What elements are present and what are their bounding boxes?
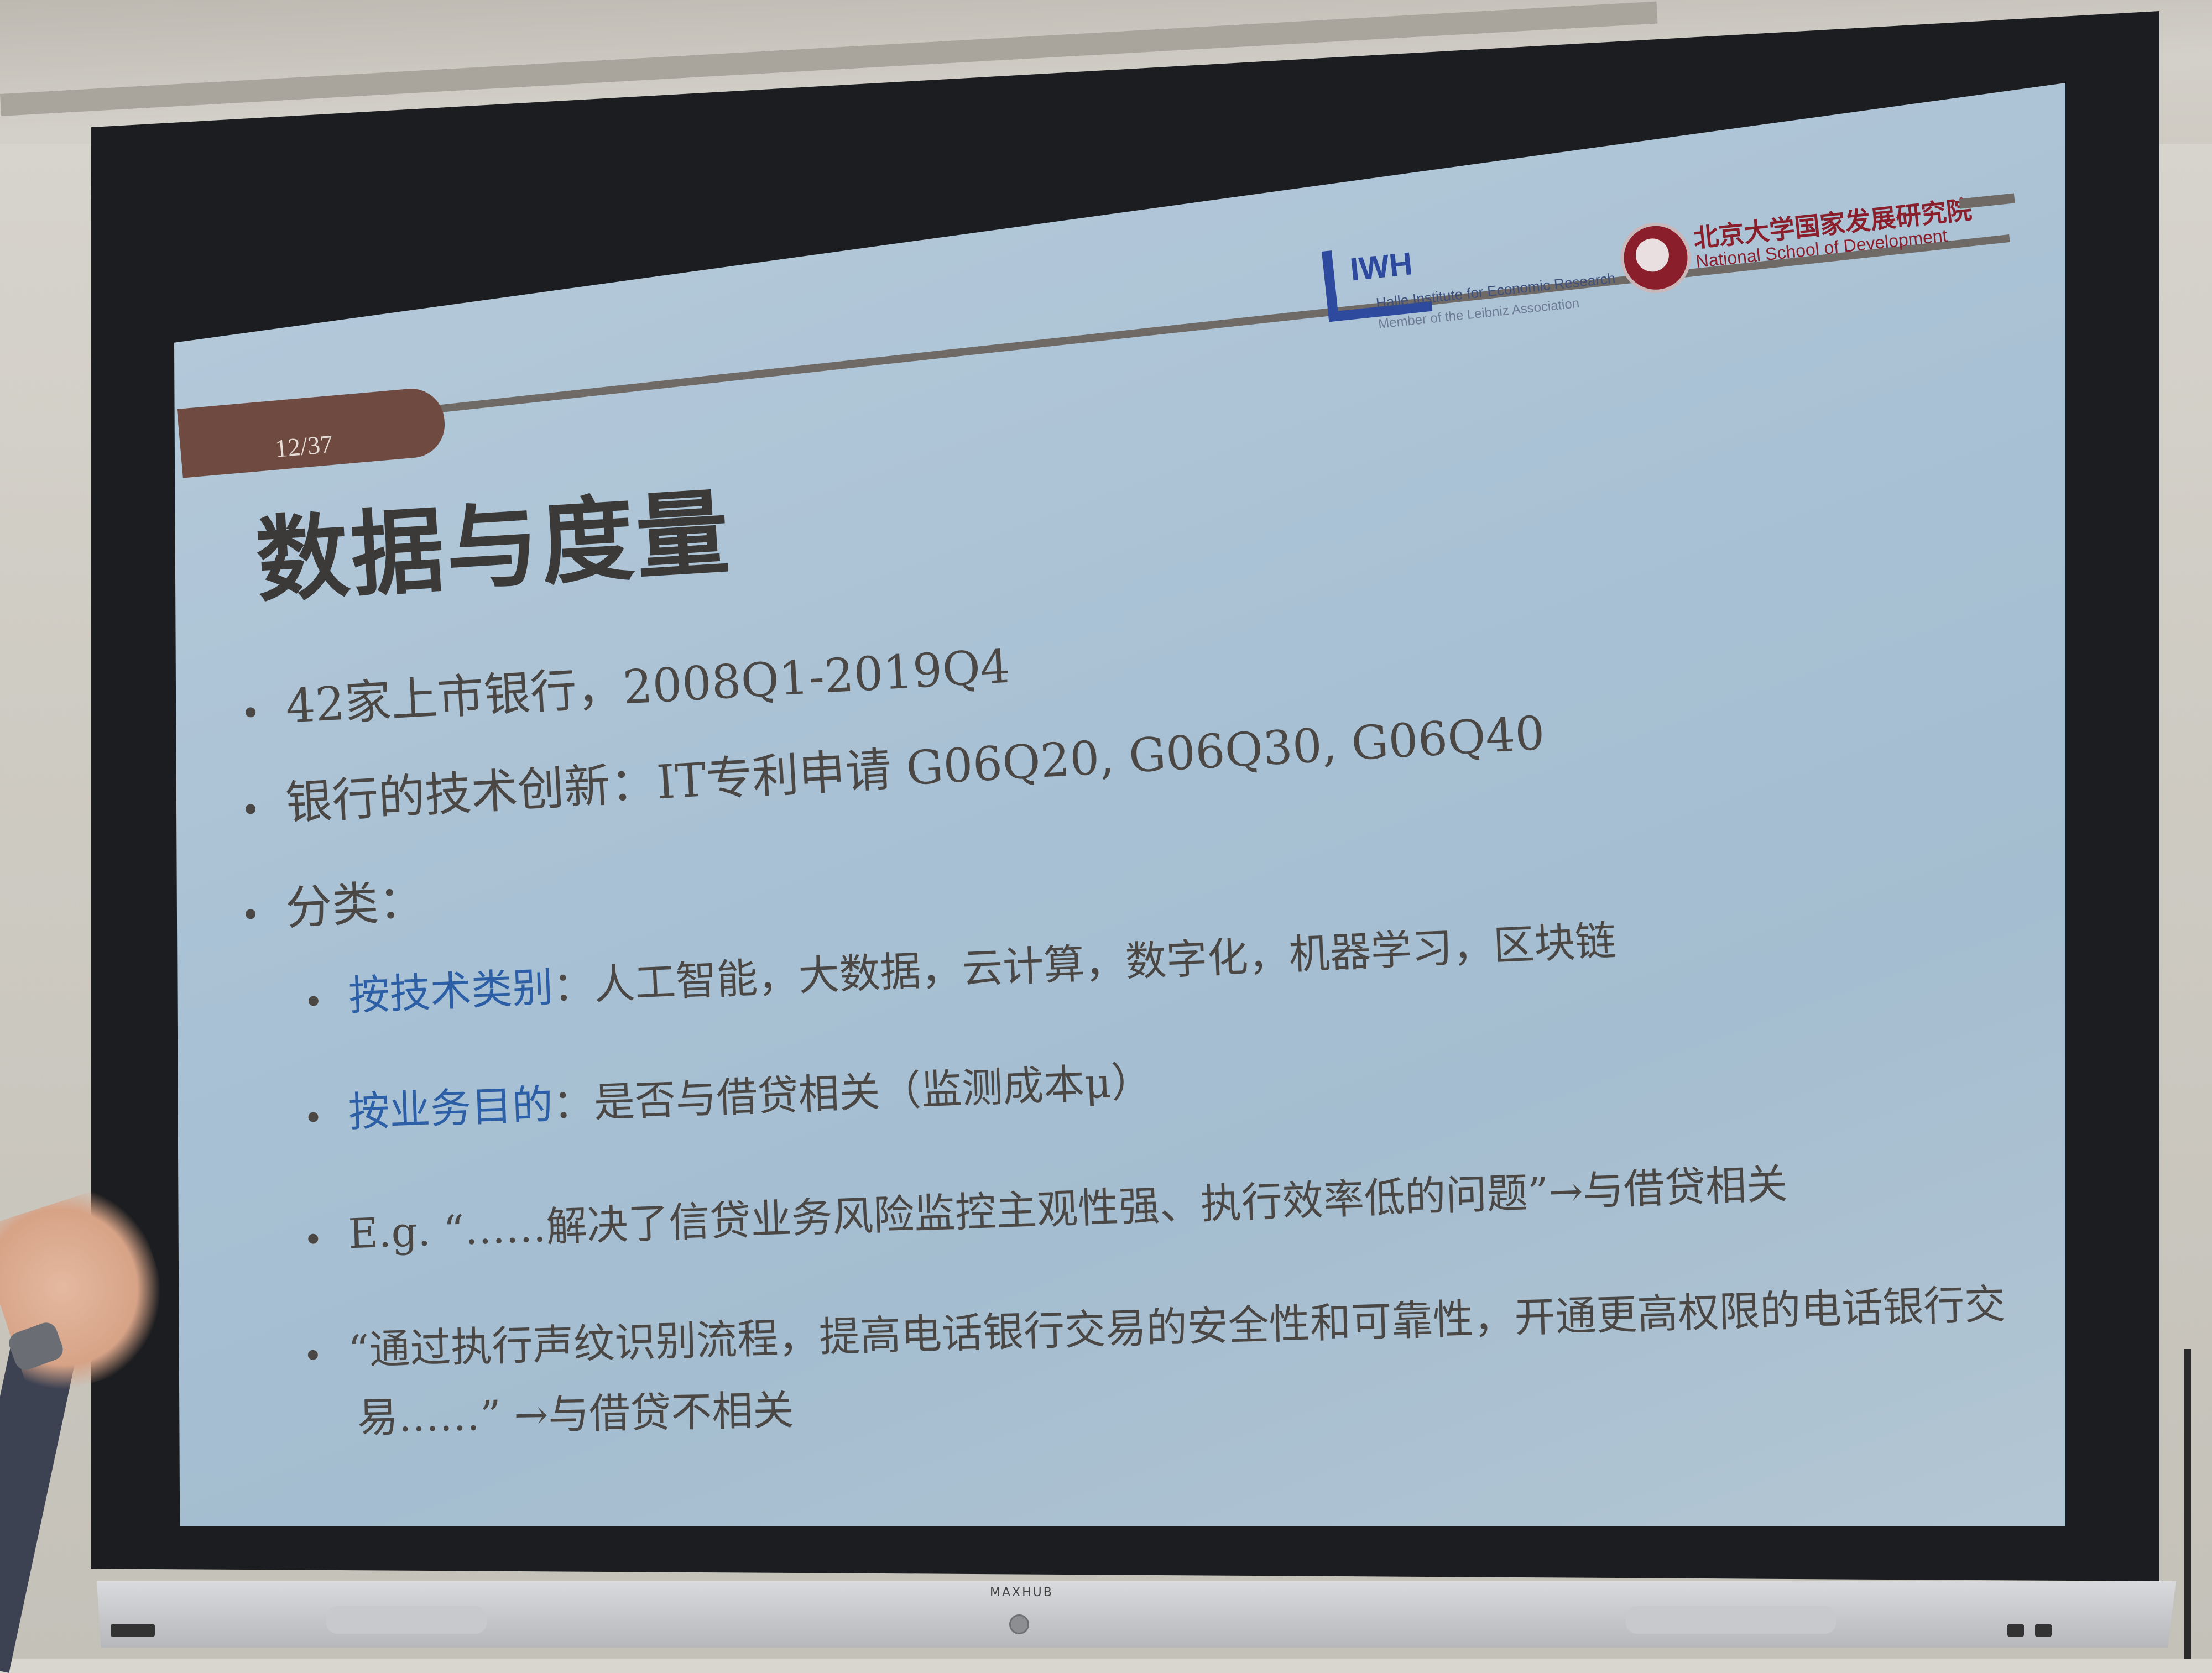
bullet-dot bbox=[308, 1111, 319, 1122]
slide-title: 数据与度量 bbox=[253, 477, 734, 616]
bullet-item: 分类： bbox=[243, 864, 426, 940]
cable bbox=[2184, 1349, 2191, 1659]
slide-content: 12/37 IWH Halle Institute for Economic R… bbox=[0, 0, 2212, 1659]
bullet-dot bbox=[308, 995, 319, 1006]
page-number: 12/37 bbox=[274, 429, 334, 463]
sub-bullet-item: 按技术类别：人工智能，大数据，云计算，数字化，机器学习，区块链 bbox=[307, 908, 1617, 1024]
bullet-item: 42家上市银行，2008Q1-2019Q4 bbox=[243, 629, 1011, 739]
bullet-dot bbox=[307, 1233, 319, 1244]
sub-bullet-item: “通过执行声纹识别流程，提高电话银行交易的安全性和可靠性，开通更高权限的电话银行… bbox=[307, 1271, 2006, 1378]
bullet-dot bbox=[307, 1350, 319, 1360]
sub-bullet-item: E.g. “……解决了信贷业务风险监控主观性强、执行效率低的问题”→与借贷相关 bbox=[307, 1151, 1788, 1262]
sub-bullet-item: 按业务目的：是否与借贷相关（监测成本μ） bbox=[307, 1048, 1153, 1140]
iwh-logo-text: IWH bbox=[1348, 245, 1415, 288]
bullet-dot bbox=[245, 707, 256, 718]
bullet-dot bbox=[245, 803, 256, 814]
sub-bullet-continuation: 易……” →与借贷不相关 bbox=[357, 1387, 795, 1442]
bullet-dot bbox=[245, 908, 256, 919]
